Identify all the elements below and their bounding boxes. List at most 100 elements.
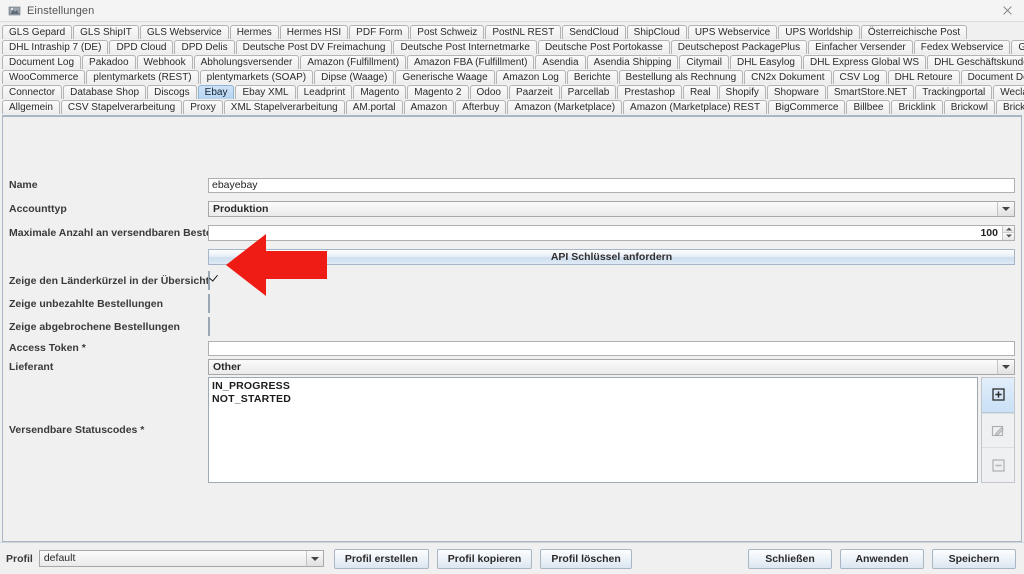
tab-csv-stapelverarbeitung[interactable]: CSV Stapelverarbeitung: [60, 100, 183, 114]
tab-ups-webservice[interactable]: UPS Webservice: [687, 25, 778, 39]
tab-brickscout[interactable]: Brickscout: [995, 100, 1024, 114]
show-unpaid-checkbox[interactable]: [208, 294, 210, 313]
add-statuscode-button[interactable]: [982, 378, 1014, 413]
tab-bestellung-als-rechnung[interactable]: Bestellung als Rechnung: [618, 70, 744, 84]
tab-sendcloud[interactable]: SendCloud: [562, 25, 626, 39]
tab-gls-gepard[interactable]: GLS Gepard: [2, 25, 73, 39]
statuscodes-list[interactable]: IN_PROGRESS NOT_STARTED: [208, 377, 978, 483]
tab-amazon-log[interactable]: Amazon Log: [495, 70, 566, 84]
tab-dhl-retoure[interactable]: DHL Retoure: [887, 70, 960, 84]
tab-sterreichische-post[interactable]: Österreichische Post: [860, 25, 968, 39]
tab-ups-worldship[interactable]: UPS Worldship: [778, 25, 860, 39]
tab-pakadoo[interactable]: Pakadoo: [82, 55, 136, 69]
tab-ebay-xml[interactable]: Ebay XML: [235, 85, 296, 99]
tab-deutsche-post-dv-freimachung[interactable]: Deutsche Post DV Freimachung: [235, 40, 393, 54]
apply-button[interactable]: Anwenden: [840, 548, 924, 569]
tab-einfacher-versender[interactable]: Einfacher Versender: [808, 40, 913, 54]
tab-hermes[interactable]: Hermes: [229, 25, 279, 39]
tab-weclapp[interactable]: Weclapp: [993, 85, 1024, 99]
tab-leadprint[interactable]: Leadprint: [296, 85, 353, 99]
tab-parcellab[interactable]: Parcellab: [560, 85, 617, 99]
tab-shipcloud[interactable]: ShipCloud: [626, 25, 687, 39]
tab-amazon-marketplace[interactable]: Amazon (Marketplace): [507, 100, 623, 114]
tab-shopify[interactable]: Shopify: [718, 85, 766, 99]
tab-amazon-marketplace-rest[interactable]: Amazon (Marketplace) REST: [623, 100, 768, 114]
tab-plentymarkets-rest[interactable]: plentymarkets (REST): [86, 70, 199, 84]
tab-discogs[interactable]: Discogs: [147, 85, 197, 99]
tab-pdf-form[interactable]: PDF Form: [349, 25, 410, 39]
name-input[interactable]: [208, 177, 1015, 193]
tab-webhook[interactable]: Webhook: [136, 55, 193, 69]
show-cancelled-checkbox[interactable]: [208, 317, 210, 336]
save-button[interactable]: Speichern: [932, 548, 1016, 569]
tab-cn2x-dokument[interactable]: CN2x Dokument: [744, 70, 832, 84]
tab-amazon-fulfillment[interactable]: Amazon (Fulfillment): [300, 55, 407, 69]
tab-amazon-fba-fulfillment[interactable]: Amazon FBA (Fulfillment): [407, 55, 535, 69]
tab-bigcommerce[interactable]: BigCommerce: [768, 100, 846, 114]
max-orders-stepper[interactable]: 100: [208, 224, 1015, 241]
tab-berichte[interactable]: Berichte: [566, 70, 618, 84]
tab-magento[interactable]: Magento: [353, 85, 407, 99]
tab-ebay[interactable]: Ebay: [197, 85, 235, 99]
tab-plentymarkets-soap[interactable]: plentymarkets (SOAP): [199, 70, 314, 84]
tab-deutschepost-packageplus[interactable]: Deutschepost PackagePlus: [670, 40, 808, 54]
list-item[interactable]: NOT_STARTED: [212, 393, 974, 406]
create-profile-button[interactable]: Profil erstellen: [333, 548, 429, 569]
tab-am-portal[interactable]: AM.portal: [345, 100, 403, 114]
tab-afterbuy[interactable]: Afterbuy: [455, 100, 507, 114]
tab-smartstore-net[interactable]: SmartStore.NET: [826, 85, 915, 99]
tab-billbee[interactable]: Billbee: [846, 100, 891, 114]
tab-magento-2[interactable]: Magento 2: [407, 85, 469, 99]
tab-deutsche-post-portokasse[interactable]: Deutsche Post Portokasse: [537, 40, 670, 54]
close-button[interactable]: Schließen: [748, 548, 832, 569]
tab-gls-shipit[interactable]: GLS ShipIT: [73, 25, 139, 39]
tab-hermes-hsi[interactable]: Hermes HSI: [279, 25, 349, 39]
tab-citymail[interactable]: Citymail: [679, 55, 729, 69]
tab-allgemein[interactable]: Allgemein: [2, 100, 60, 114]
show-country-checkbox[interactable]: [208, 271, 210, 290]
tab-generische-waage[interactable]: Generische Waage: [395, 70, 495, 84]
tab-connector[interactable]: Connector: [2, 85, 63, 99]
close-icon[interactable]: [996, 2, 1018, 20]
tab-woocommerce[interactable]: WooCommerce: [2, 70, 86, 84]
tab-abholungsversender[interactable]: Abholungsversender: [193, 55, 300, 69]
tab-fedex-webservice[interactable]: Fedex Webservice: [913, 40, 1011, 54]
list-item[interactable]: IN_PROGRESS: [212, 380, 974, 393]
tab-dhl-intraship-7-de[interactable]: DHL Intraship 7 (DE): [2, 40, 109, 54]
delete-profile-button[interactable]: Profil löschen: [540, 548, 632, 569]
chevron-down-icon[interactable]: [997, 201, 1014, 216]
chevron-down-icon[interactable]: [305, 551, 323, 566]
tab-proxy[interactable]: Proxy: [183, 100, 223, 114]
tab-asendia-shipping[interactable]: Asendia Shipping: [586, 55, 679, 69]
edit-statuscode-button[interactable]: [982, 412, 1014, 448]
stepper-down-icon[interactable]: [1003, 232, 1014, 240]
tab-postnl-rest[interactable]: PostNL REST: [485, 25, 562, 39]
tab-dhl-easylog[interactable]: DHL Easylog: [729, 55, 802, 69]
access-token-input[interactable]: [208, 340, 1015, 356]
tab-dhl-gesch-ftskundenversand[interactable]: DHL Geschäftskundenversand: [927, 55, 1024, 69]
tab-document-log[interactable]: Document Log: [2, 55, 82, 69]
lieferant-select[interactable]: Other: [208, 358, 1015, 375]
copy-profile-button[interactable]: Profil kopieren: [436, 548, 533, 569]
tab-deutsche-post-internetmarke[interactable]: Deutsche Post Internetmarke: [393, 40, 537, 54]
tab-amazon[interactable]: Amazon: [403, 100, 455, 114]
tab-brickowl[interactable]: Brickowl: [943, 100, 995, 114]
remove-statuscode-button[interactable]: [982, 447, 1014, 483]
tab-dpd-delis[interactable]: DPD Delis: [174, 40, 235, 54]
tab-dhl-express-global-ws[interactable]: DHL Express Global WS: [802, 55, 927, 69]
tab-real[interactable]: Real: [682, 85, 718, 99]
tab-csv-log[interactable]: CSV Log: [832, 70, 887, 84]
tab-bricklink[interactable]: Bricklink: [891, 100, 943, 114]
tab-shopware[interactable]: Shopware: [766, 85, 826, 99]
tab-trackingportal[interactable]: Trackingportal: [915, 85, 993, 99]
tab-odoo[interactable]: Odoo: [469, 85, 508, 99]
tab-database-shop[interactable]: Database Shop: [63, 85, 147, 99]
tab-post-schweiz[interactable]: Post Schweiz: [410, 25, 485, 39]
tab-dipse-waage[interactable]: Dipse (Waage): [314, 70, 395, 84]
request-api-key-button[interactable]: API Schlüssel anfordern: [208, 248, 1015, 265]
tab-asendia[interactable]: Asendia: [535, 55, 586, 69]
tab-gls-webservice[interactable]: GLS Webservice: [139, 25, 229, 39]
profile-select[interactable]: default: [38, 550, 324, 567]
tab-paarzeit[interactable]: Paarzeit: [508, 85, 560, 99]
tab-gel-express[interactable]: GEL Express: [1011, 40, 1024, 54]
